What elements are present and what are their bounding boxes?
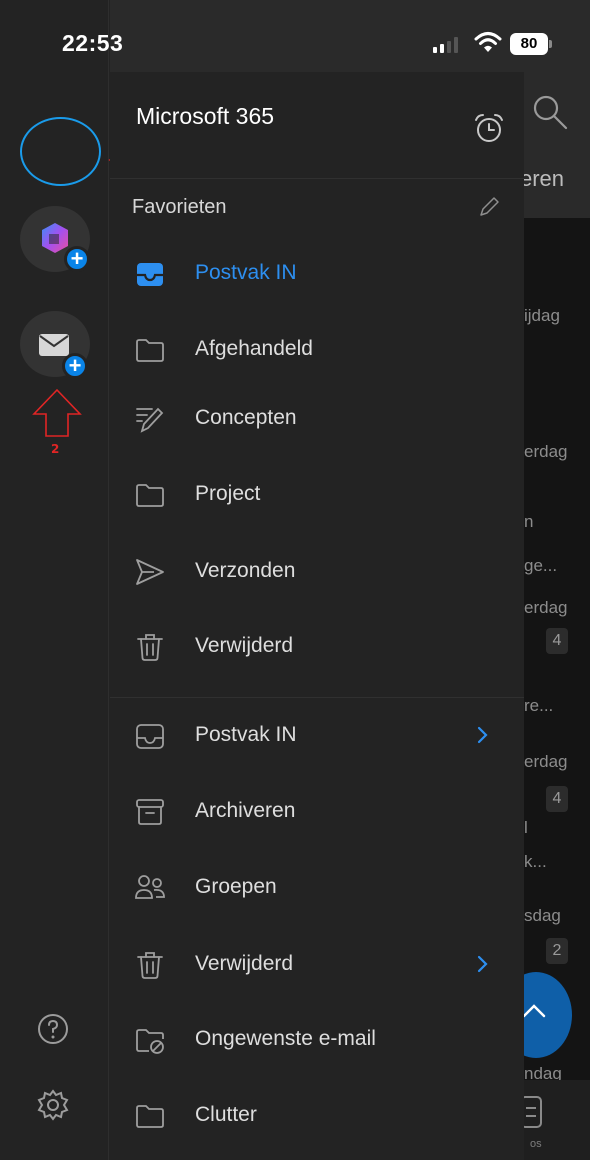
favorite-postvak-in[interactable]: Postvak IN: [110, 242, 524, 306]
folder-archiveren[interactable]: Archiveren: [110, 780, 524, 844]
alarm-clock-icon[interactable]: [472, 112, 506, 146]
favorite-verzonden[interactable]: Verzonden: [110, 540, 524, 604]
mail-fragment: l: [524, 818, 528, 837]
favorite-project[interactable]: Project: [110, 463, 524, 527]
trash-icon: [137, 634, 163, 661]
favorite-concepten[interactable]: Concepten: [110, 387, 524, 451]
folder-icon: [136, 339, 164, 362]
drawer-title: Microsoft 365: [136, 103, 275, 129]
junk-folder-icon: [136, 1029, 164, 1054]
drawer-divider: [110, 697, 524, 698]
edit-pencil-icon[interactable]: [478, 196, 500, 218]
folder-label: Postvak IN: [195, 723, 297, 746]
favorite-verwijderd[interactable]: Verwijderd: [110, 615, 524, 679]
folder-label: Archiveren: [195, 799, 296, 822]
help-icon[interactable]: [36, 1012, 70, 1046]
mail-fragment: ijdag: [524, 306, 560, 325]
folder-label: Clutter: [195, 1103, 257, 1126]
folder-icon: [136, 1105, 164, 1128]
inbox-icon: [136, 724, 164, 749]
unread-badge: 4: [546, 628, 568, 654]
add-mail-account-button[interactable]: +: [20, 311, 90, 379]
search-icon[interactable]: [530, 92, 570, 132]
folder-label: Groepen: [195, 875, 277, 898]
status-time: 22:53: [62, 30, 124, 56]
drafts-icon: [136, 407, 164, 433]
chevron-up-icon: [522, 1004, 546, 1018]
mail-fragment: k...: [524, 852, 547, 871]
inbox-filled-icon: [137, 263, 163, 286]
groups-icon: [135, 875, 165, 899]
folder-label: Afgehandeld: [195, 337, 313, 360]
folder-verwijderd[interactable]: Verwijderd: [110, 933, 524, 997]
battery-tip: [549, 40, 552, 48]
favorites-header: Favorieten: [132, 196, 227, 218]
chevron-right-icon[interactable]: [476, 955, 488, 973]
settings-gear-icon[interactable]: [36, 1088, 70, 1122]
cellular-signal-icon: [433, 37, 458, 53]
folder-icon: [136, 484, 164, 507]
trash-icon: [137, 952, 163, 979]
background-tab-label: eren: [520, 166, 565, 191]
mail-fragment: sdag: [524, 906, 561, 925]
favorite-afgehandeld[interactable]: Afgehandeld: [110, 318, 524, 382]
mail-fragment: re...: [524, 696, 554, 715]
annotation-label-2: 2: [51, 442, 60, 456]
plus-icon: +: [64, 246, 90, 272]
mail-fragment: ge...: [524, 556, 558, 575]
mail-fragment: erdag: [524, 598, 568, 617]
folder-label: Verwijderd: [195, 952, 294, 975]
plus-icon: +: [62, 353, 88, 379]
folder-label: Verwijderd: [195, 634, 294, 657]
mail-fragment: erdag: [524, 752, 568, 771]
unread-badge: 2: [546, 938, 568, 964]
folder-label: Project: [195, 482, 261, 505]
mail-fragment: erdag: [524, 442, 568, 461]
folder-clutter[interactable]: Clutter: [110, 1084, 524, 1148]
annotation-arrow-2: [32, 388, 82, 437]
send-icon: [136, 559, 164, 585]
folder-ongewenste-email[interactable]: Ongewenste e-mail: [110, 1008, 524, 1072]
folder-label: Concepten: [195, 406, 297, 429]
folder-label: Postvak IN: [195, 261, 297, 284]
folder-groepen[interactable]: Groepen: [110, 856, 524, 920]
drawer-divider: [110, 178, 524, 179]
folder-postvak-in[interactable]: Postvak IN: [110, 704, 524, 768]
account-avatar[interactable]: [20, 117, 101, 186]
add-microsoft365-account-button[interactable]: +: [20, 206, 90, 272]
folder-label: Ongewenste e-mail: [195, 1027, 376, 1050]
archive-icon: [136, 799, 164, 825]
status-bar: 22:53 80: [0, 0, 590, 72]
unread-badge: 4: [546, 786, 568, 812]
wifi-icon: [474, 32, 502, 52]
mail-envelope-icon: [39, 334, 69, 356]
folder-label: Verzonden: [195, 559, 296, 582]
battery-indicator: 80: [510, 33, 548, 55]
chevron-right-icon[interactable]: [476, 726, 488, 744]
bottom-tab-label: os: [530, 1138, 542, 1150]
mail-fragment: n: [524, 512, 534, 531]
